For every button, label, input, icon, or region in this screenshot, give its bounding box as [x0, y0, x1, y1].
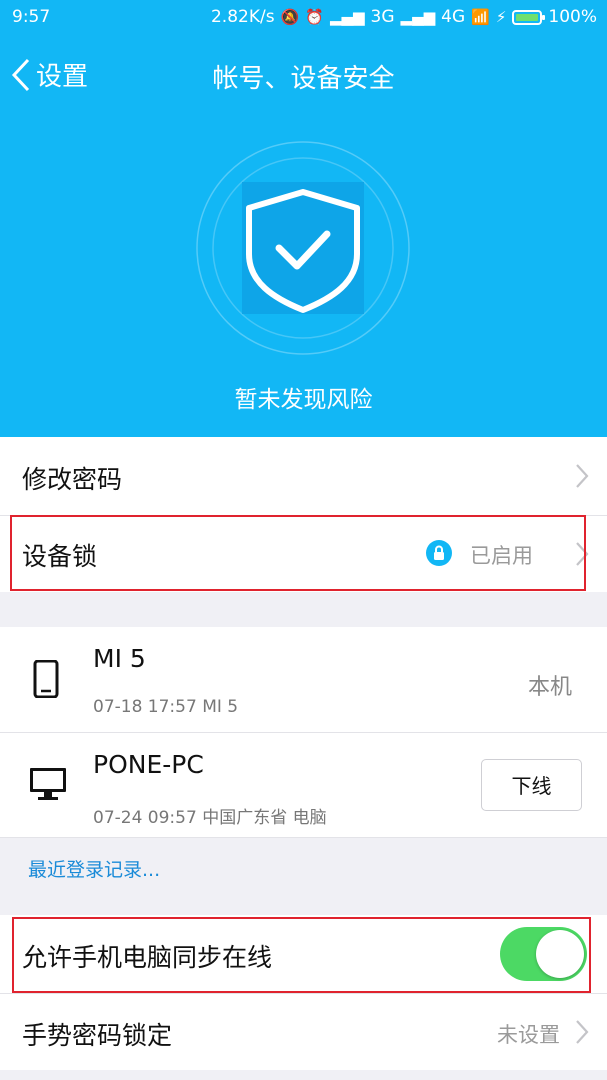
force-offline-button[interactable]: 下线 — [481, 759, 582, 811]
device-name: MI 5 — [93, 644, 146, 673]
divider — [0, 837, 607, 838]
chevron-right-icon — [576, 1020, 589, 1044]
device-detail: 07-18 17:57 MI 5 — [93, 697, 239, 717]
security-header: 9:57 2.82K/s 🔕 ⏰ ▂▄▆ 3G ▂▄▆ 4G 📶 ⚡ 100% … — [0, 0, 607, 437]
highlight-box — [10, 515, 586, 591]
battery-icon — [512, 9, 546, 25]
gesture-lock-status: 未设置 — [497, 1023, 560, 1047]
status-bar: 9:57 2.82K/s 🔕 ⏰ ▂▄▆ 3G ▂▄▆ 4G 📶 ⚡ 100% — [0, 0, 607, 36]
recent-login-link[interactable]: 最近登录记录... — [28, 855, 160, 882]
signal-icon-2: ▂▄▆ — [400, 8, 436, 26]
net-speed: 2.82K/s — [210, 7, 275, 27]
battery-level: 100% — [548, 7, 597, 27]
monitor-icon — [30, 768, 66, 800]
page-title: 帐号、设备安全 — [212, 64, 395, 94]
signal-icon: ▂▄▆ — [329, 8, 365, 26]
highlight-box — [12, 917, 591, 993]
chevron-right-icon — [576, 464, 589, 488]
mute-icon: 🔕 — [280, 8, 300, 26]
risk-status-text: 暂未发现风险 — [234, 387, 373, 413]
device-detail: 07-24 09:57 中国广东省 电脑 — [93, 808, 327, 828]
device-name: PONE-PC — [93, 750, 204, 779]
device-row: MI 5 07-18 17:57 MI 5 本机 — [0, 627, 607, 732]
phone-icon — [33, 660, 59, 698]
alarm-icon: ⏰ — [305, 8, 324, 26]
nav-bar: 设置 帐号、设备安全 — [0, 46, 607, 106]
wifi-icon: 📶 — [471, 8, 490, 26]
network-type-1: 3G — [370, 7, 395, 27]
status-time: 9:57 — [12, 7, 51, 27]
this-device-tag: 本机 — [528, 675, 573, 700]
change-password-row[interactable]: 修改密码 — [0, 437, 607, 515]
charging-icon: ⚡ — [495, 8, 507, 26]
gesture-lock-row[interactable]: 手势密码锁定 未设置 — [0, 994, 607, 1070]
gesture-lock-label: 手势密码锁定 — [22, 1021, 173, 1050]
change-password-label: 修改密码 — [22, 465, 123, 494]
network-type-2: 4G — [441, 7, 466, 27]
shield-icon — [193, 138, 413, 358]
